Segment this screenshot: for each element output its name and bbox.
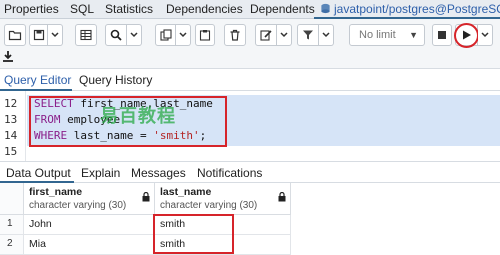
edit-grid-button[interactable] (75, 24, 97, 46)
chevron-down-icon (322, 32, 330, 38)
execute-highlight-circle (454, 23, 479, 48)
grid-icon (80, 29, 92, 41)
line-number: 13 (4, 113, 18, 126)
column-name: last_name (160, 186, 212, 198)
delete-button[interactable] (224, 24, 246, 46)
line-number-gutter: 12 13 14 15 (0, 91, 26, 161)
column-type: character varying (30) (29, 200, 127, 211)
download-icon (3, 51, 13, 62)
edit-button[interactable] (255, 24, 277, 46)
line-number: 15 (4, 145, 18, 158)
save-button[interactable] (29, 24, 48, 46)
stop-icon (438, 31, 446, 39)
tab-query-history[interactable]: Query History (79, 73, 152, 87)
lock-icon (278, 192, 286, 202)
tab-explain[interactable]: Explain (81, 166, 120, 180)
find-button[interactable] (105, 24, 127, 46)
line-number: 14 (4, 129, 18, 142)
folder-open-icon (8, 30, 22, 41)
editor-tab-bar: Query Editor Query History (0, 69, 500, 91)
filter-button[interactable] (297, 24, 319, 46)
lock-icon (142, 192, 150, 202)
result-grid: first_name character varying (30) last_n… (0, 183, 500, 255)
row-header-corner (0, 183, 24, 215)
tab-messages[interactable]: Messages (131, 166, 186, 180)
chevron-down-icon: ▼ (409, 30, 418, 40)
delete-icon (230, 29, 240, 41)
chevron-down-icon (179, 32, 187, 38)
chevron-down-icon (130, 32, 138, 38)
tab-query-tool-label: javatpoint/postgres@PostgreSQL (334, 2, 500, 16)
result-highlight-box (153, 214, 234, 254)
query-highlight-box (29, 96, 227, 147)
column-header-first-name[interactable]: first_name character varying (30) (24, 183, 155, 215)
download-button[interactable] (2, 50, 20, 66)
column-type: character varying (30) (160, 200, 258, 211)
query-toolbar: No limit ▼ (0, 19, 500, 69)
column-name: first_name (29, 186, 83, 198)
chevron-down-icon (280, 32, 288, 38)
row-number[interactable]: 1 (0, 215, 24, 235)
row-limit-value: No limit (359, 29, 396, 41)
filter-icon (303, 30, 313, 40)
tab-properties[interactable]: Properties (4, 0, 59, 19)
tab-query-editor[interactable]: Query Editor (4, 73, 71, 87)
table-cell[interactable]: Mia (24, 235, 155, 255)
row-limit-select[interactable]: No limit ▼ (349, 24, 425, 46)
tab-dependencies[interactable]: Dependencies (166, 0, 243, 19)
cancel-query-button[interactable] (432, 24, 452, 46)
chevron-down-icon (51, 32, 59, 38)
edit-options-dropdown[interactable] (277, 24, 292, 46)
database-connection-icon (321, 3, 330, 14)
table-cell[interactable]: John (24, 215, 155, 235)
find-options-dropdown[interactable] (127, 24, 142, 46)
tab-data-output[interactable]: Data Output (6, 166, 71, 180)
save-options-dropdown[interactable] (48, 24, 63, 46)
tab-sql[interactable]: SQL (70, 0, 94, 19)
filter-options-dropdown[interactable] (319, 24, 334, 46)
column-header-last-name[interactable]: last_name character varying (30) (155, 183, 291, 215)
row-number[interactable]: 2 (0, 235, 24, 255)
panel-tab-bar: Properties SQL Statistics Dependencies D… (0, 0, 500, 19)
tab-notifications[interactable]: Notifications (197, 166, 262, 180)
copy-options-dropdown[interactable] (176, 24, 191, 46)
open-file-button[interactable] (4, 24, 26, 46)
copy-button[interactable] (155, 24, 176, 46)
paste-icon (199, 30, 211, 41)
search-icon (110, 29, 122, 41)
tab-dependents[interactable]: Dependents (250, 0, 315, 19)
tab-statistics[interactable]: Statistics (105, 0, 153, 19)
paste-button[interactable] (195, 24, 215, 46)
output-tab-bar: Data Output Explain Messages Notificatio… (0, 161, 500, 183)
save-icon (33, 29, 44, 41)
edit-icon (260, 30, 272, 41)
chevron-down-icon (481, 32, 489, 38)
copy-icon (159, 29, 172, 41)
line-number: 12 (4, 97, 18, 110)
execute-options-dropdown[interactable] (478, 24, 493, 46)
